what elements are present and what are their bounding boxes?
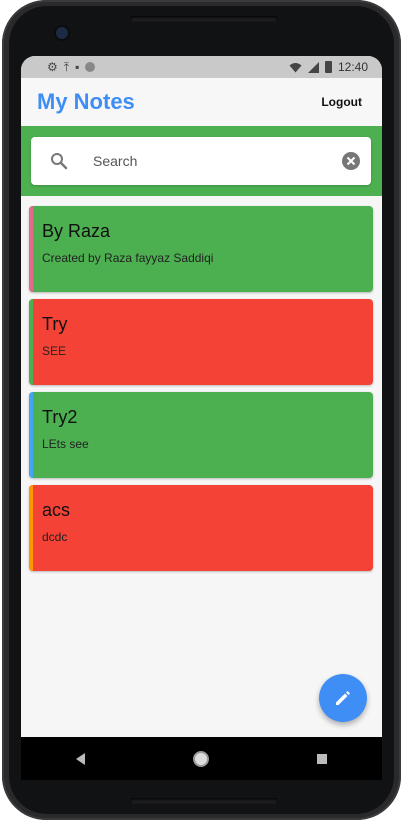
- sd-card-icon: ▪: [75, 60, 80, 74]
- circle-icon: [85, 62, 96, 72]
- note-title: By Raza: [42, 221, 111, 241]
- wifi-icon: [289, 62, 302, 72]
- clear-icon[interactable]: [331, 152, 371, 170]
- upload-icon: ⤒: [63, 60, 70, 74]
- note-color-stripe: [29, 485, 33, 571]
- battery-icon: [324, 61, 332, 73]
- recents-icon[interactable]: [302, 739, 342, 779]
- note-card[interactable]: Try SEE: [29, 299, 373, 385]
- app-bar: My Notes Logout: [21, 78, 382, 126]
- note-color-stripe: [29, 206, 33, 292]
- status-bar-right: 12:40: [289, 60, 368, 74]
- note-body: LEts see: [42, 437, 89, 451]
- top-speaker: [130, 16, 278, 22]
- page-title: My Notes: [37, 89, 135, 114]
- pencil-icon: [336, 691, 350, 705]
- status-bar: ⚙ ⤒ ▪ 12:40: [21, 56, 382, 78]
- home-icon[interactable]: [181, 739, 221, 779]
- note-title: Try: [42, 314, 68, 334]
- note-body: Created by Raza fayyaz Saddiqi: [42, 251, 214, 265]
- search-box[interactable]: [31, 137, 371, 185]
- note-color-stripe: [29, 299, 33, 385]
- notes-list: By Raza Created by Raza fayyaz Saddiqi T…: [29, 206, 373, 578]
- note-card[interactable]: Try2 LEts see: [29, 392, 373, 478]
- note-body: dcdc: [42, 530, 68, 544]
- front-camera: [56, 27, 68, 39]
- note-color-stripe: [29, 392, 33, 478]
- search-bar-container: [21, 126, 382, 196]
- search-input[interactable]: [83, 152, 331, 170]
- bottom-speaker: [130, 798, 278, 804]
- signal-icon: [307, 61, 319, 73]
- logout-button[interactable]: Logout: [319, 89, 364, 115]
- note-card[interactable]: acs dcdc: [29, 485, 373, 571]
- gear-icon: ⚙: [47, 60, 58, 74]
- system-nav-bar: [21, 737, 382, 780]
- back-icon[interactable]: [61, 739, 101, 779]
- search-icon: [35, 152, 83, 170]
- status-time: 12:40: [337, 60, 368, 74]
- app-screen: ⚙ ⤒ ▪ 12:40 My Notes Logout Search By Ra…: [21, 56, 382, 780]
- note-card[interactable]: By Raza Created by Raza fayyaz Saddiqi: [29, 206, 373, 292]
- note-body: SEE: [42, 344, 67, 358]
- status-bar-left: ⚙ ⤒ ▪: [47, 60, 96, 74]
- note-title: Try2: [42, 407, 78, 427]
- new-note-button[interactable]: [319, 674, 367, 722]
- note-title: acs: [42, 500, 71, 520]
